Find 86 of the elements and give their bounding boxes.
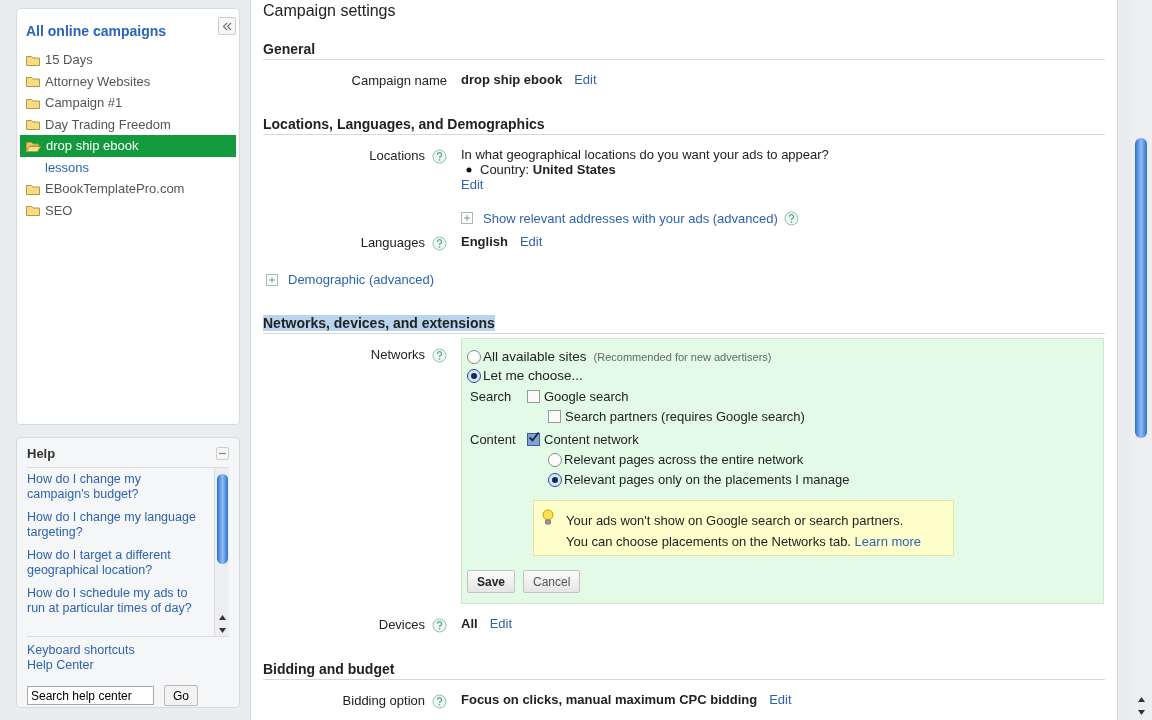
page-title: Campaign settings bbox=[263, 2, 397, 20]
edit-link[interactable]: Edit bbox=[519, 234, 543, 249]
field-value: drop ship ebook bbox=[461, 72, 563, 87]
section-heading: General bbox=[263, 41, 316, 57]
campaign-item[interactable]: Campaign #1 bbox=[20, 92, 236, 114]
folder-icon bbox=[26, 75, 40, 88]
question-text: In what geographical locations do you want your ads to appear? bbox=[461, 147, 830, 162]
scrollbar[interactable] bbox=[214, 468, 229, 636]
field-value: All bbox=[461, 616, 478, 631]
edit-link[interactable]: Edit bbox=[769, 692, 792, 707]
field-label: Locations bbox=[369, 148, 425, 163]
tip-text: Your ads won't show on Google search or search partners. bbox=[566, 513, 905, 528]
field-label: Languages bbox=[360, 235, 425, 250]
checkbox[interactable] bbox=[527, 433, 540, 446]
folder-icon bbox=[26, 53, 40, 66]
option-label[interactable]: Relevant pages only on the placements I manage bbox=[564, 472, 850, 487]
edit-link[interactable]: Edit bbox=[489, 616, 513, 631]
field-value: Focus on clicks, manual maximum CPC bidding bbox=[461, 692, 758, 707]
field-label: Campaign name bbox=[351, 73, 447, 88]
checkbox[interactable] bbox=[548, 410, 561, 423]
folder-icon bbox=[26, 204, 40, 217]
learn-more-link[interactable]: Learn more bbox=[854, 534, 922, 549]
help-link[interactable]: Keyboard shortcuts bbox=[27, 643, 229, 658]
plus-icon bbox=[266, 273, 278, 286]
group-label: Search bbox=[469, 388, 513, 406]
campaign-item[interactable]: Day Trading Freedom bbox=[20, 113, 236, 135]
field-label: Devices bbox=[378, 617, 425, 632]
minimize-button[interactable] bbox=[216, 447, 229, 460]
option-label[interactable]: Google search bbox=[544, 389, 629, 404]
folder-icon bbox=[26, 182, 40, 195]
bullet-icon bbox=[466, 166, 472, 173]
field-label: Bidding option bbox=[342, 693, 425, 708]
up-arrow-icon bbox=[217, 614, 227, 621]
section-heading: Bidding and budget bbox=[263, 661, 395, 677]
hint-text: (Recommended for new advertisers) bbox=[593, 350, 772, 363]
campaign-item[interactable]: SEO bbox=[20, 199, 236, 221]
cancel-button[interactable]: Cancel bbox=[523, 570, 581, 593]
location-text: Country: United States bbox=[480, 162, 616, 177]
down-arrow-icon bbox=[1136, 709, 1146, 716]
option-label[interactable]: Let me choose... bbox=[483, 368, 583, 383]
collapse-button[interactable] bbox=[218, 17, 236, 35]
section-heading: Locations, Languages, and Demographics bbox=[263, 116, 545, 132]
go-button[interactable]: Go bbox=[164, 685, 198, 706]
ad-group-item[interactable]: lessons bbox=[20, 156, 236, 178]
edit-link[interactable]: Edit bbox=[574, 72, 597, 87]
help-link[interactable]: How do I change my campaign's budget? bbox=[27, 472, 214, 502]
campaign-item[interactable]: EBookTemplatePro.com bbox=[20, 178, 236, 200]
expand-link[interactable]: Demographic (advanced) bbox=[288, 272, 434, 287]
help-link[interactable]: Help Center bbox=[27, 658, 229, 673]
section-heading: Networks, devices, and extensions bbox=[263, 315, 495, 331]
field-label: Networks bbox=[370, 347, 425, 362]
help-link[interactable]: How do I target a different geographical location? bbox=[27, 548, 214, 578]
campaign-item[interactable]: Attorney Websites bbox=[20, 70, 236, 92]
expand-link[interactable]: Show relevant addresses with your ads (advanced) bbox=[483, 210, 778, 226]
campaign-item[interactable]: 15 Days bbox=[20, 49, 236, 71]
option-label[interactable]: Relevant pages across the entire network bbox=[564, 452, 804, 467]
checkbox[interactable] bbox=[527, 390, 540, 403]
scroll-thumb[interactable] bbox=[1135, 138, 1147, 438]
panel-title: Help bbox=[27, 446, 56, 461]
radio-button[interactable] bbox=[467, 368, 481, 383]
help-link[interactable]: How do I change my language targeting? bbox=[27, 510, 214, 540]
scroll-thumb[interactable] bbox=[216, 474, 228, 564]
open-folder-icon bbox=[26, 139, 41, 152]
tip-text: You can choose placements on the Networks tab. Learn more bbox=[566, 534, 922, 549]
field-value: English bbox=[461, 234, 508, 249]
option-label[interactable]: All available sites bbox=[483, 349, 587, 364]
radio-button[interactable] bbox=[548, 452, 562, 467]
lightbulb-icon bbox=[542, 509, 554, 525]
up-arrow-icon bbox=[1136, 696, 1146, 703]
plus-icon bbox=[461, 212, 473, 224]
option-label[interactable]: Content network bbox=[544, 432, 639, 447]
down-arrow-icon bbox=[217, 627, 227, 634]
folder-icon bbox=[26, 118, 40, 131]
help-link[interactable]: How do I schedule my ads to run at particular times of day? bbox=[27, 586, 214, 616]
option-label[interactable]: Search partners (requires Google search) bbox=[565, 409, 805, 424]
radio-button[interactable] bbox=[467, 349, 481, 364]
edit-link[interactable]: Edit bbox=[461, 177, 484, 192]
group-label: Content bbox=[469, 431, 517, 449]
double-chevron-icon bbox=[222, 21, 232, 31]
search-field[interactable]: Search help center bbox=[27, 686, 154, 705]
check-icon bbox=[528, 432, 540, 442]
folder-icon bbox=[26, 96, 40, 109]
campaign-item[interactable]: drop ship ebook bbox=[20, 135, 236, 157]
radio-button[interactable] bbox=[548, 472, 562, 487]
save-button[interactable]: Save bbox=[467, 570, 516, 593]
panel-title[interactable]: All online campaigns bbox=[26, 23, 167, 39]
